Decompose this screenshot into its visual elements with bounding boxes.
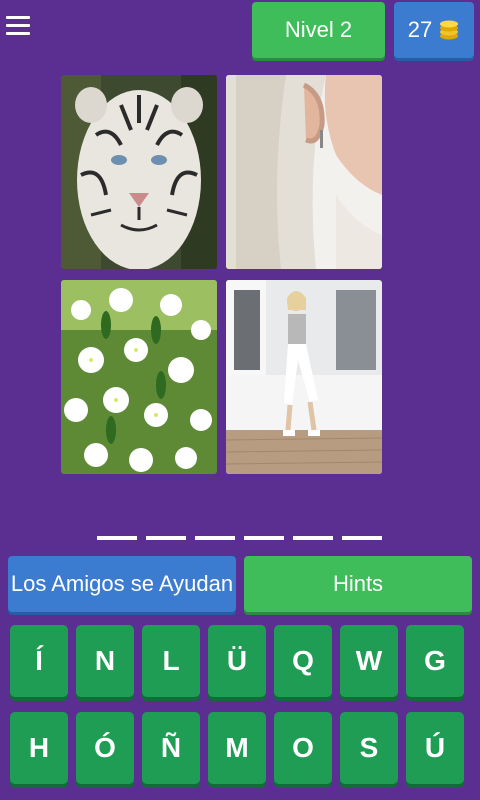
letter-key[interactable]: G <box>406 625 464 697</box>
letter-key[interactable]: Ñ <box>142 712 200 784</box>
coins-count: 27 <box>407 17 433 42</box>
coins-button[interactable]: 27 <box>394 2 474 58</box>
answer-slot[interactable] <box>244 536 284 540</box>
clue-image-hair[interactable] <box>226 75 382 269</box>
letter-key[interactable]: W <box>340 625 398 697</box>
letter-key[interactable]: L <box>142 625 200 697</box>
clue-image-tiger[interactable] <box>61 75 217 269</box>
letter-key[interactable]: M <box>208 712 266 784</box>
clue-image-woman[interactable] <box>226 280 382 474</box>
friends-help-button[interactable]: Los Amigos se Ayudan <box>8 556 236 612</box>
answer-slot[interactable] <box>146 536 186 540</box>
answer-slot[interactable] <box>293 536 333 540</box>
letter-key[interactable]: N <box>76 625 134 697</box>
level-label: Nivel 2 <box>284 17 353 42</box>
letter-key[interactable]: H <box>10 712 68 784</box>
letter-key[interactable]: Ú <box>406 712 464 784</box>
clue-image-flowers[interactable] <box>61 280 217 474</box>
answer-slot[interactable] <box>97 536 137 540</box>
letter-key[interactable]: Í <box>10 625 68 697</box>
hints-button[interactable]: Hints <box>244 556 472 612</box>
coin-stack-icon <box>438 19 460 41</box>
answer-slot[interactable] <box>342 536 382 540</box>
answer-slots <box>97 536 383 540</box>
letter-key[interactable]: O <box>274 712 332 784</box>
letter-key[interactable]: Ó <box>76 712 134 784</box>
answer-slot[interactable] <box>195 536 235 540</box>
friends-help-label: Los Amigos se Ayudan <box>10 571 234 596</box>
menu-icon[interactable] <box>6 16 32 38</box>
letter-key[interactable]: Q <box>274 625 332 697</box>
letter-key[interactable]: Ü <box>208 625 266 697</box>
level-button[interactable]: Nivel 2 <box>252 2 385 58</box>
letter-key[interactable]: S <box>340 712 398 784</box>
hints-label: Hints <box>332 571 384 596</box>
